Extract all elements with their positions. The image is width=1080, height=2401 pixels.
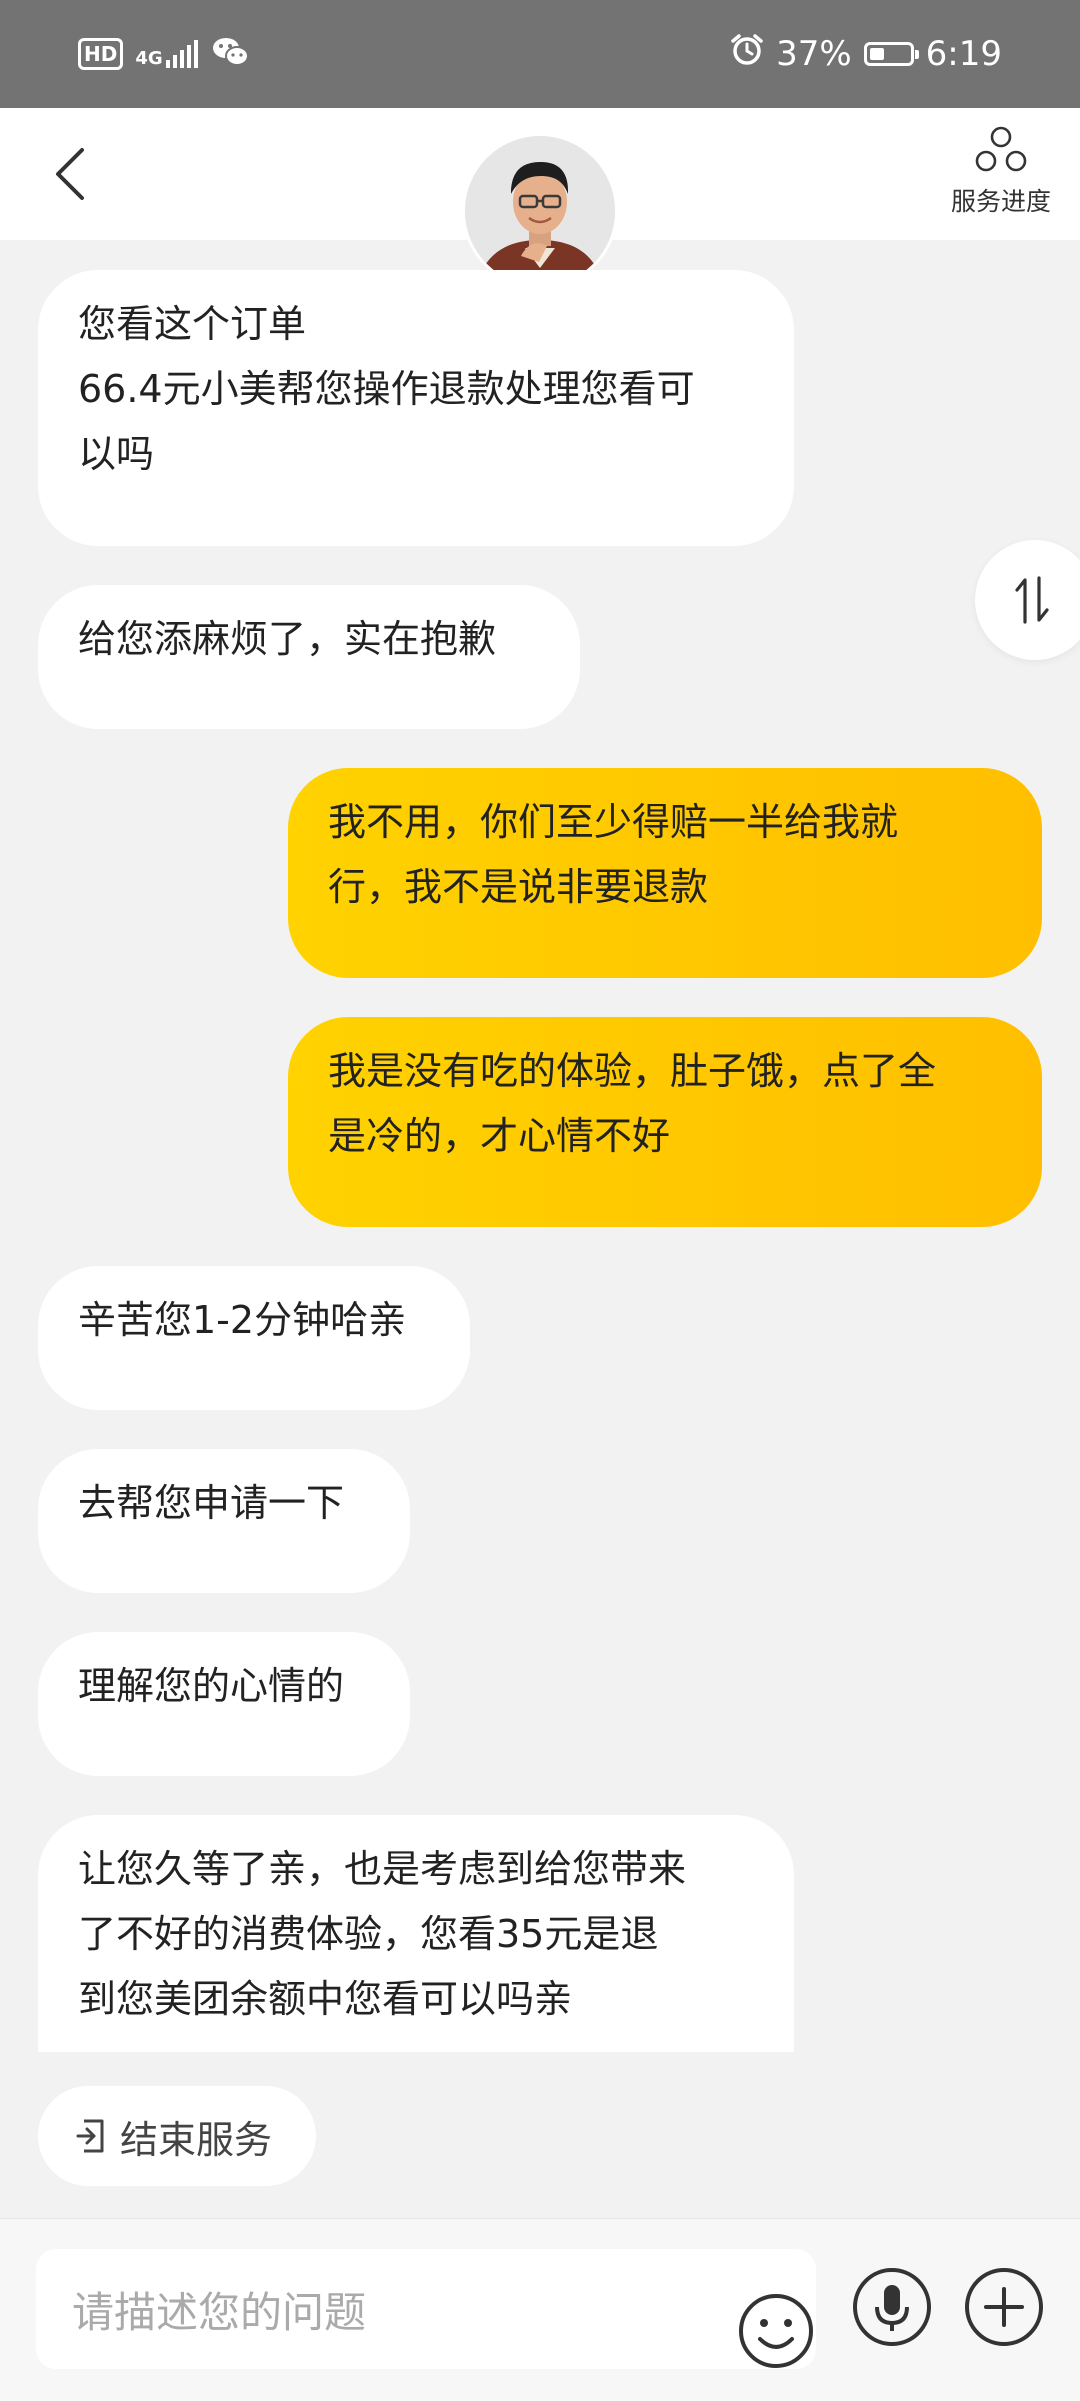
more-button[interactable] [964, 2267, 1044, 2347]
battery-percent: 37% [776, 34, 852, 74]
sort-toggle-button[interactable] [975, 540, 1080, 660]
service-progress-icon [975, 126, 1027, 172]
network-type: 4G [135, 48, 163, 69]
person-avatar-icon [465, 136, 615, 286]
agent-message: 辛苦您1-2分钟哈亲 [38, 1266, 470, 1410]
battery-icon [863, 42, 919, 66]
wechat-icon [212, 36, 250, 72]
end-service-button[interactable]: 结束服务 [38, 2086, 316, 2186]
smiley-icon [739, 2294, 813, 2368]
signal-icon: 4G [135, 40, 199, 68]
hd-icon: HD [78, 38, 124, 70]
chevron-left-icon [56, 148, 84, 200]
agent-message: 理解您的心情的 [38, 1632, 410, 1776]
status-bar: HD 4G 37% 6:19 [0, 0, 1080, 108]
clock: 6:19 [925, 34, 1002, 74]
end-service-label: 结束服务 [120, 2117, 273, 2162]
message-input[interactable]: 请描述您的问题 [36, 2249, 816, 2369]
agent-message: 给您添麻烦了，实在抱歉 [38, 585, 580, 729]
status-right: 37% 6:19 [730, 30, 1002, 78]
up-down-arrow-icon [1015, 576, 1049, 624]
message-clip-area: 让您久等了亲，也是考虑到给您带来 了不好的消费体验，您看35元是退 到您美团余额… [0, 1812, 800, 2052]
agent-message: 您看这个订单 66.4元小美帮您操作退款处理您看可 以吗 [38, 270, 794, 546]
agent-message: 让您久等了亲，也是考虑到给您带来 了不好的消费体验，您看35元是退 到您美团余额… [38, 1815, 794, 2052]
user-message: 我是没有吃的体验，肚子饿，点了全 是冷的，才心情不好 [288, 1017, 1042, 1227]
emoji-button[interactable] [736, 2291, 816, 2371]
back-button[interactable] [30, 134, 110, 214]
agent-message: 去帮您申请一下 [38, 1449, 410, 1593]
user-message: 我不用，你们至少得赔一半给我就 行，我不是说非要退款 [288, 768, 1042, 978]
input-placeholder: 请描述您的问题 [72, 2287, 367, 2337]
voice-button[interactable] [852, 2267, 932, 2347]
service-progress-label: 服务进度 [950, 187, 1051, 216]
microphone-icon [853, 2268, 931, 2346]
exit-icon [76, 2119, 104, 2153]
battery-fill [869, 48, 884, 60]
plus-icon [965, 2268, 1043, 2346]
service-progress-button[interactable]: 服务进度 [936, 124, 1066, 234]
agent-avatar[interactable] [465, 136, 615, 286]
alarm-icon [730, 33, 764, 76]
status-left: HD 4G [78, 34, 250, 74]
